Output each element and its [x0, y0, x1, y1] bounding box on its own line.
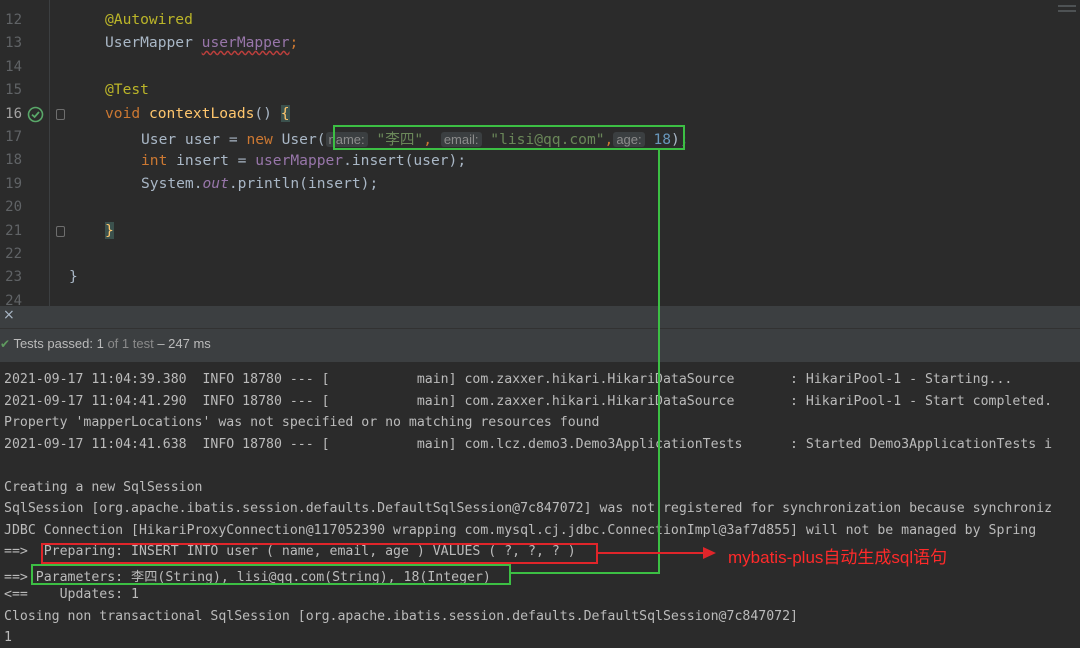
preparing-sql-highlight: [41, 543, 598, 564]
annotation-label: mybatis-plus自动生成sql语句: [728, 548, 948, 567]
parameters-highlight: [31, 564, 511, 585]
